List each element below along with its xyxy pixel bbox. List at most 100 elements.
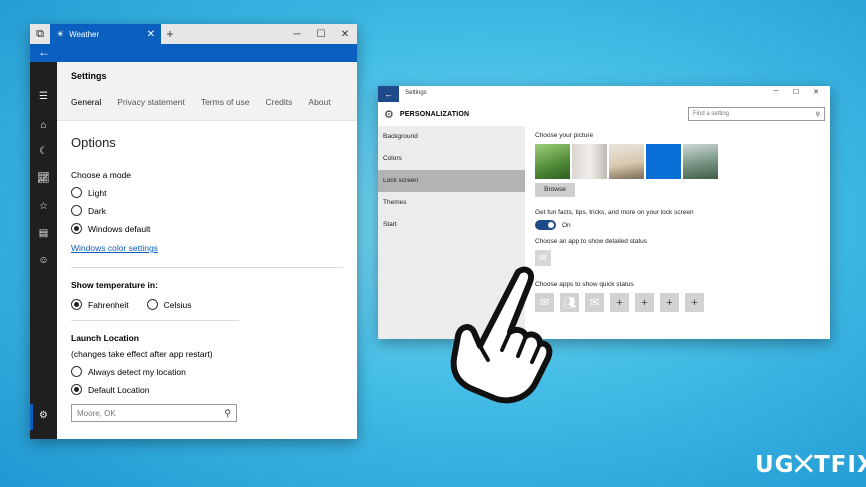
feedback-icon[interactable]: ☺ [30,255,57,266]
radio-label: Light [88,187,107,198]
add-icon[interactable]: + [635,293,654,312]
location-search-input[interactable]: Moore, OK ⚲ [71,404,237,422]
picture-thumbnail[interactable] [609,144,644,179]
settings-gear-icon[interactable]: ⚙ [30,410,57,421]
maximize-button[interactable]: ☐ [309,29,333,40]
hamburger-menu-icon[interactable]: ☰ [30,91,57,102]
divider [71,320,239,321]
launch-location-note: (changes take effect after app restart) [71,349,213,359]
windows-color-settings-link[interactable]: Windows color settings [71,243,158,253]
browse-button[interactable]: Browse [535,183,575,197]
divider [71,267,343,268]
add-icon[interactable]: + [685,293,704,312]
mode-dark-option[interactable]: Dark [71,205,357,216]
tab-privacy[interactable]: Privacy statement [117,97,185,107]
nav-item-lock-screen[interactable]: Lock screen [378,170,525,192]
tab-about[interactable]: About [308,97,330,107]
gear-icon: ⚙ [384,108,394,121]
home-icon[interactable]: ⌂ [30,120,57,131]
search-icon[interactable]: ⚲ [816,111,820,118]
back-arrow-icon[interactable]: ← [38,45,50,59]
find-setting-placeholder: Find a setting [693,111,730,117]
weather-tab[interactable]: ☀ Weather ✕ [50,24,161,44]
ugetfix-logo: UG⨉TFIX [755,452,866,478]
tab-credits[interactable]: Credits [265,97,292,107]
picture-thumbnail[interactable] [535,144,570,179]
minimize-button[interactable]: ─ [766,88,786,96]
chart-icon[interactable]: 📈︎ [30,173,57,184]
weather-titlebar: ⧉ ☀ Weather ✕ + ─ ☐ ✕ [30,24,357,44]
minimize-button[interactable]: ─ [285,29,309,40]
page-title: PERSONALIZATION [399,110,470,118]
close-button[interactable]: ✕ [806,88,826,96]
radio-button[interactable] [146,299,158,310]
radio-label: Fahrenheit [88,299,129,310]
location-value: Moore, OK [77,408,116,418]
nav-item-themes[interactable]: Themes [378,192,525,214]
choose-picture-label: Choose your picture [535,132,594,139]
radio-button[interactable] [71,187,82,198]
fahrenheit-option[interactable]: Fahrenheit [71,299,129,310]
news-icon[interactable]: ▤ [30,228,57,239]
launch-location-label: Launch Location [71,333,139,343]
radio-label: Default Location [88,384,150,395]
tab-close-icon[interactable]: ✕ [147,29,155,40]
radio-label: Always detect my location [88,366,186,377]
radio-button-selected[interactable] [71,299,82,310]
add-icon[interactable]: + [660,293,679,312]
picture-thumbnails [535,144,825,179]
toggle-state: On [562,221,571,229]
mode-windows-default-option[interactable]: Windows default [71,223,357,234]
always-detect-option[interactable]: Always detect my location [71,366,357,377]
tab-terms[interactable]: Terms of use [201,97,250,107]
tab-general[interactable]: General [71,97,101,107]
mail-icon[interactable]: ✉ [585,293,604,312]
new-tab-button[interactable]: + [161,27,179,41]
people-icon[interactable]: 👥︎ [560,293,579,312]
mode-light-option[interactable]: Light [71,187,357,198]
add-icon[interactable]: + [610,293,629,312]
find-setting-input[interactable]: Find a setting ⚲ [688,107,825,121]
radio-button[interactable] [71,205,82,216]
weather-window: ⧉ ☀ Weather ✕ + ─ ☐ ✕ ← ☰ ⌂ ☾ 📈︎ ☆ ▤ ☺ ⚙… [30,24,357,439]
radio-button-selected[interactable] [71,223,82,234]
quick-status-label: Choose apps to show quick status [535,281,634,288]
nav-item-colors[interactable]: Colors [378,148,525,170]
fun-facts-label: Get fun facts, tips, tricks, and more on… [535,209,694,216]
default-location-option[interactable]: Default Location [71,384,357,395]
picture-thumbnail[interactable] [683,144,718,179]
radio-label: Dark [88,205,106,216]
radio-label: Windows default [88,223,151,234]
pointing-hand-icon [450,266,553,404]
picture-thumbnail[interactable] [646,144,681,179]
weather-nav-rail: ☰ ⌂ ☾ 📈︎ ☆ ▤ ☺ ⚙ [30,62,57,439]
weather-settings-header: Settings General Privacy statement Terms… [57,62,357,121]
options-heading: Options [71,135,116,150]
detailed-status-label: Choose an app to show detailed status [535,238,648,245]
radio-button[interactable] [71,366,82,377]
settings-titlebar: ← Settings ─ ☐ ✕ [378,86,830,102]
celsius-option[interactable]: Celsius [146,299,192,310]
weather-tab-label: Weather [69,29,100,39]
lock-screen-content: Choose your picture Browse Get fun facts… [535,126,825,312]
radar-icon[interactable]: ☾ [30,146,57,157]
mode-label: Choose a mode [71,170,132,180]
fun-facts-toggle[interactable] [535,220,556,230]
radio-label: Celsius [163,299,192,310]
tabs-overview-icon[interactable]: ⧉ [30,24,50,44]
back-arrow-icon[interactable]: ← [378,86,399,102]
nav-item-start[interactable]: Start [378,214,525,236]
picture-thumbnail[interactable] [572,144,607,179]
radio-button-selected[interactable] [71,384,82,395]
favorites-icon[interactable]: ☆ [30,201,57,212]
maximize-button[interactable]: ☐ [786,88,806,96]
weather-settings-content: Settings General Privacy statement Terms… [57,62,357,439]
close-button[interactable]: ✕ [333,29,357,40]
search-icon[interactable]: ⚲ [224,408,231,419]
settings-title: Settings [71,71,107,81]
nav-item-background[interactable]: Background [378,126,525,148]
settings-header: ⚙ PERSONALIZATION Find a setting ⚲ [378,102,830,126]
settings-tabs: General Privacy statement Terms of use C… [71,97,357,107]
temperature-label: Show temperature in: [71,280,158,290]
sun-icon: ☀ [56,28,65,39]
